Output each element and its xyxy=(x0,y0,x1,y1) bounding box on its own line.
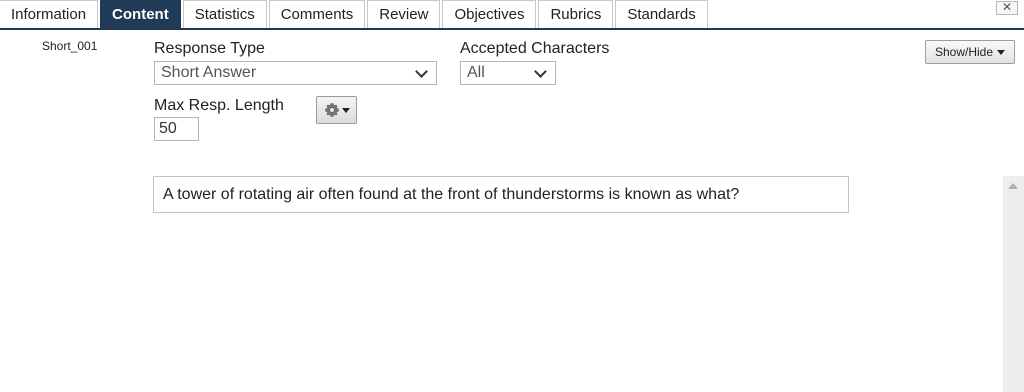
tab-standards[interactable]: Standards xyxy=(615,0,708,28)
vertical-scrollbar[interactable] xyxy=(1003,176,1024,392)
response-type-value: Short Answer xyxy=(161,64,257,81)
tab-comments[interactable]: Comments xyxy=(268,0,366,28)
accepted-characters-select[interactable]: All xyxy=(460,61,556,85)
chevron-down-icon xyxy=(415,64,428,78)
tab-list: Information Content Statistics Comments … xyxy=(0,0,710,28)
tab-objectives[interactable]: Objectives xyxy=(442,0,537,28)
show-hide-button[interactable]: Show/Hide xyxy=(925,40,1015,64)
tab-rubrics[interactable]: Rubrics xyxy=(538,0,614,28)
question-text-box[interactable]: A tower of rotating air often found at t… xyxy=(153,176,849,213)
caret-down-icon xyxy=(341,107,350,113)
max-length-value: 50 xyxy=(159,120,177,137)
caret-down-icon xyxy=(997,49,1006,55)
tab-content[interactable]: Content xyxy=(100,0,181,28)
gear-icon xyxy=(324,103,339,117)
question-text: A tower of rotating air often found at t… xyxy=(163,185,740,203)
max-length-label: Max Resp. Length xyxy=(154,97,284,114)
tab-statistics[interactable]: Statistics xyxy=(182,0,267,28)
tab-information[interactable]: Information xyxy=(0,0,99,28)
show-hide-label: Show/Hide xyxy=(934,45,994,59)
item-id: Short_001 xyxy=(42,39,98,53)
accepted-characters-value: All xyxy=(467,64,485,81)
chevron-down-icon xyxy=(534,64,547,78)
close-icon[interactable]: ✕ xyxy=(996,1,1018,15)
tab-bar: Information Content Statistics Comments … xyxy=(0,0,1024,30)
settings-dropdown-button[interactable] xyxy=(316,96,357,124)
accepted-characters-label: Accepted Characters xyxy=(460,40,610,57)
max-length-input[interactable]: 50 xyxy=(154,117,199,141)
response-type-select[interactable]: Short Answer xyxy=(154,61,437,85)
response-type-label: Response Type xyxy=(154,40,265,57)
scroll-up-arrow-icon[interactable] xyxy=(1008,183,1018,189)
tab-review[interactable]: Review xyxy=(367,0,441,28)
